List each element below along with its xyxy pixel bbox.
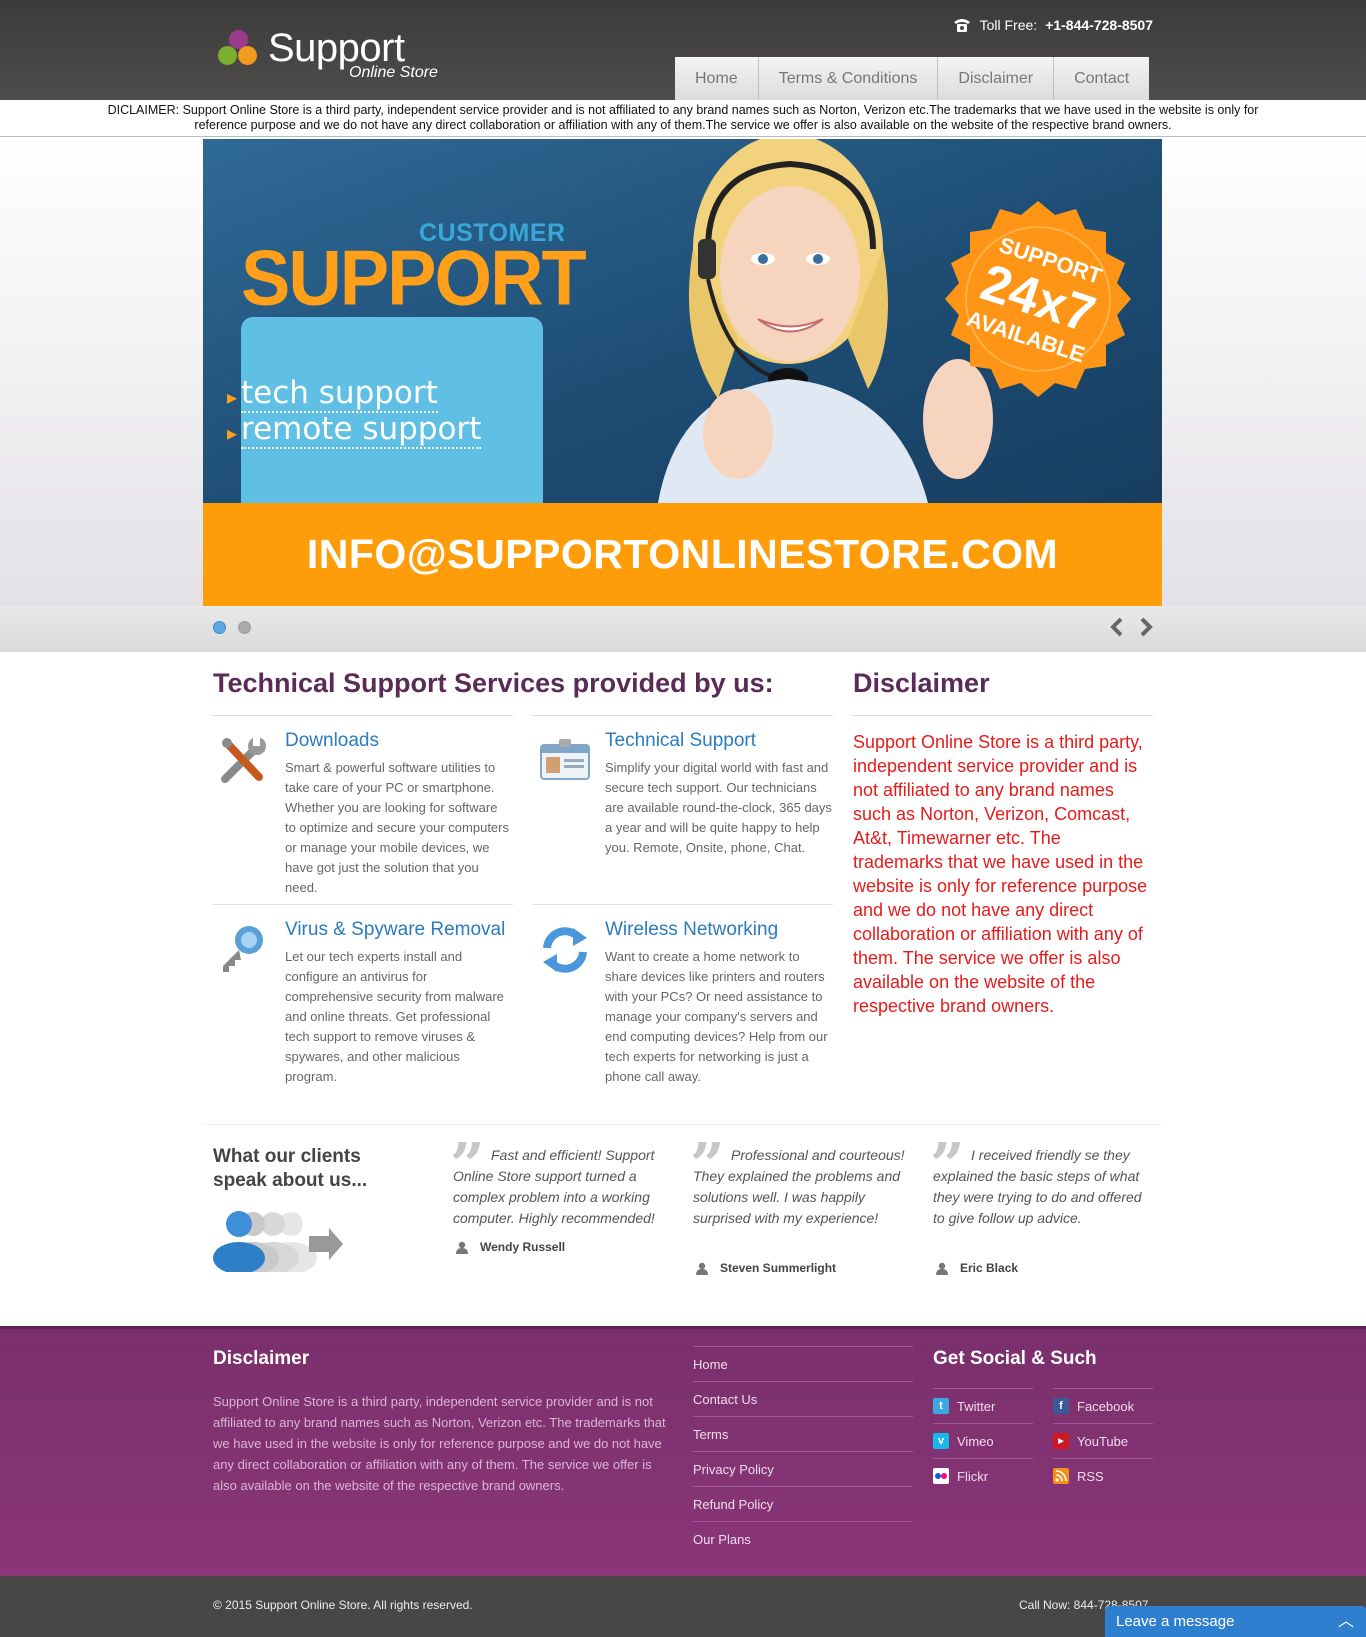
social-vimeo[interactable]: v Vimeo [933,1423,1033,1458]
toll-free-number[interactable]: +1-844-728-8507 [1045,17,1153,33]
banner-item-remote: remote support [241,411,482,449]
clients-title: What our clients speak about us... [213,1146,368,1191]
service-title-tech-support[interactable]: Technical Support [605,730,756,752]
site-footer [0,1326,1366,1576]
support-24x7-badge: SUPPORT 24x7 AVAILABLE [945,201,1131,397]
testimonial-1: Fast and efficient! Support Online Store… [453,1147,655,1226]
slider-controls [0,606,1366,652]
service-title-virus-removal[interactable]: Virus & Spyware Removal [285,919,505,941]
footer-link-contact[interactable]: Contact Us [693,1381,913,1416]
logo-dots-icon [218,30,258,70]
arrow-right-icon: ▸ [227,423,238,445]
author-name: Wendy Russell [480,1240,566,1254]
chat-widget[interactable]: Leave a message ︿ [1105,1606,1366,1637]
social-label: Facebook [1077,1398,1135,1414]
services-title: Technical Support Services provided by u… [213,668,774,698]
divider [203,1124,1162,1125]
flickr-icon [933,1468,949,1484]
footer-link-refund[interactable]: Refund Policy [693,1486,913,1521]
user-icon [936,1262,948,1275]
toll-free-label: Toll Free: [979,17,1038,33]
arrow-right-icon: ▸ [227,387,238,409]
logo-subtitle: Online Store [349,64,438,81]
slider-dot-1[interactable] [213,621,226,634]
banner-support: SUPPORT [241,233,587,322]
logo[interactable]: Support Online Store [218,26,458,86]
nav-contact[interactable]: Contact [1053,57,1150,100]
banner-item-tech: tech support [241,375,438,413]
chevron-right-icon[interactable] [1136,616,1156,638]
author-name: Eric Black [960,1261,1019,1275]
social-label: Vimeo [957,1433,994,1449]
phone-icon [953,19,970,32]
site-header: Support Online Store Toll Free: +1-844-7… [0,0,1366,100]
banner-email[interactable]: INFO@SUPPORTONLINESTORE.COM [203,531,1162,578]
social-youtube[interactable]: ▶ YouTube [1053,1423,1153,1458]
testimonial-author-3: Eric Black [936,1261,1018,1275]
testimonial-author-2: Steven Summerlight [696,1261,836,1275]
disclaimer-text: Support Online Store is a third party, i… [853,732,1148,1016]
divider [213,904,513,905]
footer-social-title: Get Social & Such [933,1348,1097,1369]
social-flickr[interactable]: Flickr [933,1458,1033,1493]
main-nav: Home Terms & Conditions Disclaimer Conta… [675,57,1150,100]
social-label: Twitter [957,1398,996,1414]
service-text-tech-support: Simplify your digital world with fast an… [605,760,832,855]
rss-icon [1053,1468,1069,1484]
service-text-virus-removal: Let our tech experts install and configu… [285,949,504,1084]
service-text-downloads: Smart & powerful software utilities to t… [285,760,509,895]
youtube-icon: ▶ [1053,1433,1069,1449]
testimonial-2: Professional and courteous! They explain… [693,1147,905,1226]
hero-banner[interactable]: CUSTOMER SUPPORT ▸ tech support ▸ remote… [203,139,1162,606]
testimonial-3: I received friendly se they explained th… [933,1147,1142,1226]
sync-icon [543,927,587,973]
service-title-downloads[interactable]: Downloads [285,730,379,752]
divider [213,715,513,716]
service-title-wireless[interactable]: Wireless Networking [605,919,778,941]
social-label: Flickr [957,1468,989,1484]
key-icon [223,926,263,972]
footer-link-terms[interactable]: Terms [693,1416,913,1451]
user-icon [696,1262,708,1275]
author-name: Steven Summerlight [720,1261,837,1275]
service-text-wireless: Want to create a home network to share d… [605,949,828,1084]
disclaimer-strip: DICLAIMER: Support Online Store is a thi… [0,100,1366,137]
toll-free: Toll Free: +1-844-728-8507 [952,16,1153,34]
footer-link-plans[interactable]: Our Plans [693,1521,913,1556]
footer-link-privacy[interactable]: Privacy Policy [693,1451,913,1486]
footer-disclaimer-text: Support Online Store is a third party, i… [213,1394,666,1493]
slider-dot-2[interactable] [238,621,251,634]
nav-terms[interactable]: Terms & Conditions [757,57,938,100]
footer-disclaimer-title: Disclaimer [213,1348,310,1369]
twitter-icon: t [933,1398,949,1414]
disclaimer-title: Disclaimer [853,668,990,698]
social-label: YouTube [1077,1433,1129,1449]
nav-home[interactable]: Home [675,57,758,100]
chevron-left-icon[interactable] [1107,616,1127,638]
facebook-icon: f [1053,1398,1069,1414]
divider [853,715,1153,716]
testimonial-author-1: Wendy Russell [456,1240,565,1254]
nav-disclaimer[interactable]: Disclaimer [937,57,1054,100]
social-rss[interactable]: RSS [1053,1458,1153,1493]
copyright: © 2015 Support Online Store. All rights … [213,1598,473,1612]
social-twitter[interactable]: t Twitter [933,1388,1033,1423]
footer-link-home[interactable]: Home [693,1346,913,1381]
chat-label: Leave a message [1116,1613,1235,1630]
user-icon [456,1241,468,1254]
chevron-up-icon[interactable]: ︿ [1338,1606,1354,1637]
social-label: RSS [1077,1468,1104,1484]
social-facebook[interactable]: f Facebook [1053,1388,1153,1423]
divider [533,715,833,716]
divider [533,904,833,905]
clients-group-icon [213,1211,343,1272]
vimeo-icon: v [933,1433,949,1449]
tools-icon [221,737,266,783]
id-card-icon [540,739,590,780]
